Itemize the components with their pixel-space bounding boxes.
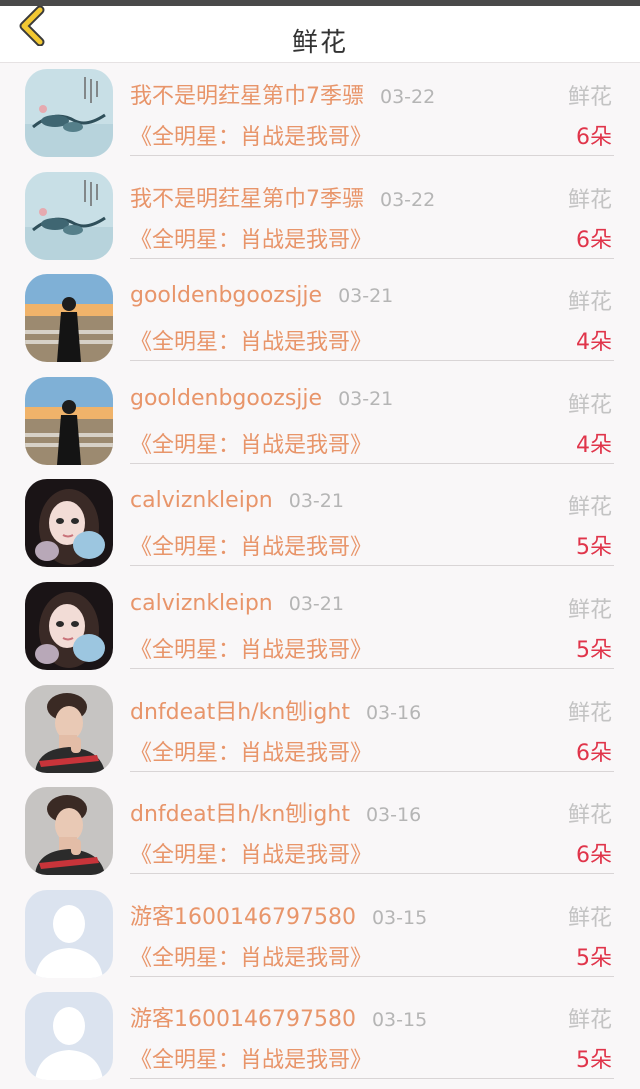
- date-label: 03-21: [338, 285, 394, 308]
- page-title: 鲜花: [291, 28, 348, 58]
- gift-type-label: 鲜花: [567, 290, 612, 316]
- date-label: 03-16: [365, 701, 422, 724]
- default-user-avatar: [25, 889, 113, 978]
- gift-type-label: 鲜花: [567, 1008, 612, 1034]
- doll-girl-avatar: [25, 581, 113, 670]
- beach-girl-avatar: [25, 274, 113, 363]
- flower-count: 4朵: [576, 432, 612, 458]
- date-label: 03-15: [371, 906, 428, 929]
- divider: [130, 462, 614, 464]
- date-label: 03-21: [338, 387, 394, 410]
- gift-type-label: 鲜花: [567, 187, 612, 213]
- book-title: 《全明星：肖战是我哥》: [130, 330, 373, 356]
- divider: [130, 873, 614, 875]
- divider: [130, 155, 614, 156]
- ink-painting-avatar: [25, 69, 113, 157]
- user-name: 我不是明荭星第巾7季骠: [130, 84, 364, 109]
- list-item[interactable]: calviznkleipn 03-21 鲜花 《全明星：肖战是我哥》 5朵: [0, 473, 640, 576]
- book-title: 《全明星：肖战是我哥》: [130, 535, 373, 561]
- book-title: 《全明星：肖战是我哥》: [130, 125, 373, 150]
- gift-type-label: 鲜花: [567, 85, 612, 110]
- user-name: 游客1600146797580: [130, 904, 356, 930]
- gift-type-label: 鲜花: [567, 803, 612, 829]
- book-title: 《全明星：肖战是我哥》: [130, 637, 373, 663]
- ink-painting-avatar: [25, 171, 113, 260]
- list-item[interactable]: calviznkleipn 03-21 鲜花 《全明星：肖战是我哥》 5朵: [0, 576, 640, 679]
- gift-type-label: 鲜花: [567, 905, 612, 931]
- user-name: dnfdeat目h/kn刨ight: [130, 802, 350, 828]
- divider: [130, 975, 614, 977]
- boy-avatar: [25, 787, 113, 876]
- divider: [130, 257, 614, 259]
- user-name: 我不是明荭星第巾7季骠: [130, 186, 364, 212]
- flower-count: 6朵: [576, 740, 612, 766]
- boy-avatar: [25, 684, 113, 773]
- flower-count: 5朵: [576, 1048, 612, 1074]
- divider: [130, 667, 614, 669]
- date-label: 03-21: [288, 490, 344, 513]
- book-title: 《全明星：肖战是我哥》: [130, 432, 373, 458]
- list-item[interactable]: 我不是明荭星第巾7季骠 03-22 鲜花 《全明星：肖战是我哥》 6朵: [0, 63, 640, 166]
- list-item[interactable]: 我不是明荭星第巾7季骠 03-22 鲜花 《全明星：肖战是我哥》 6朵: [0, 166, 640, 269]
- list-item[interactable]: dnfdeat目h/kn刨ight 03-16 鲜花 《全明星：肖战是我哥》 6朵: [0, 679, 640, 782]
- list-item[interactable]: dnfdeat目h/kn刨ight 03-16 鲜花 《全明星：肖战是我哥》 6朵: [0, 781, 640, 884]
- divider: [130, 565, 614, 567]
- book-title: 《全明星：肖战是我哥》: [130, 945, 373, 971]
- gift-type-label: 鲜花: [567, 700, 612, 726]
- list-item[interactable]: 游客1600146797580 03-15 鲜花 《全明星：肖战是我哥》 5朵: [0, 986, 640, 1089]
- divider: [130, 360, 614, 362]
- date-label: 03-22: [380, 86, 436, 108]
- date-label: 03-22: [380, 188, 436, 211]
- doll-girl-avatar: [25, 479, 113, 568]
- gift-type-label: 鲜花: [567, 597, 612, 623]
- list-item[interactable]: 游客1600146797580 03-15 鲜花 《全明星：肖战是我哥》 5朵: [0, 884, 640, 987]
- book-title: 《全明星：肖战是我哥》: [130, 227, 373, 253]
- header-bar: 鲜花: [0, 5, 640, 63]
- flower-count: 6朵: [576, 843, 612, 869]
- book-title: 《全明星：肖战是我哥》: [130, 740, 373, 766]
- gift-type-label: 鲜花: [567, 392, 612, 418]
- list-item[interactable]: gooldenbgoozsjje 03-21 鲜花 《全明星：肖战是我哥》 4朵: [0, 371, 640, 474]
- user-name: 游客1600146797580: [130, 1007, 356, 1033]
- list-item[interactable]: gooldenbgoozsjje 03-21 鲜花 《全明星：肖战是我哥》 4朵: [0, 268, 640, 371]
- flower-count: 5朵: [576, 535, 612, 561]
- user-name: dnfdeat目h/kn刨ight: [130, 699, 350, 725]
- book-title: 《全明星：肖战是我哥》: [130, 843, 373, 869]
- book-title: 《全明星：肖战是我哥》: [130, 1048, 373, 1074]
- gift-type-label: 鲜花: [567, 495, 612, 521]
- beach-girl-avatar: [25, 376, 113, 465]
- divider: [130, 770, 614, 772]
- date-label: 03-15: [371, 1009, 428, 1032]
- flower-count: 4朵: [576, 330, 612, 356]
- flower-count: 5朵: [576, 637, 612, 663]
- user-name: gooldenbgoozsjje: [130, 385, 323, 411]
- flower-count: 6朵: [576, 125, 612, 150]
- default-user-avatar: [25, 992, 113, 1081]
- gift-record-list: 我不是明荭星第巾7季骠 03-22 鲜花 《全明星：肖战是我哥》 6朵 我不是明荭…: [0, 63, 640, 1089]
- date-label: 03-16: [365, 804, 422, 827]
- user-name: gooldenbgoozsjje: [130, 283, 323, 309]
- date-label: 03-21: [288, 592, 344, 615]
- flower-count: 6朵: [576, 227, 612, 253]
- flower-count: 5朵: [576, 945, 612, 971]
- user-name: calviznkleipn: [130, 488, 273, 514]
- user-name: calviznkleipn: [130, 590, 273, 616]
